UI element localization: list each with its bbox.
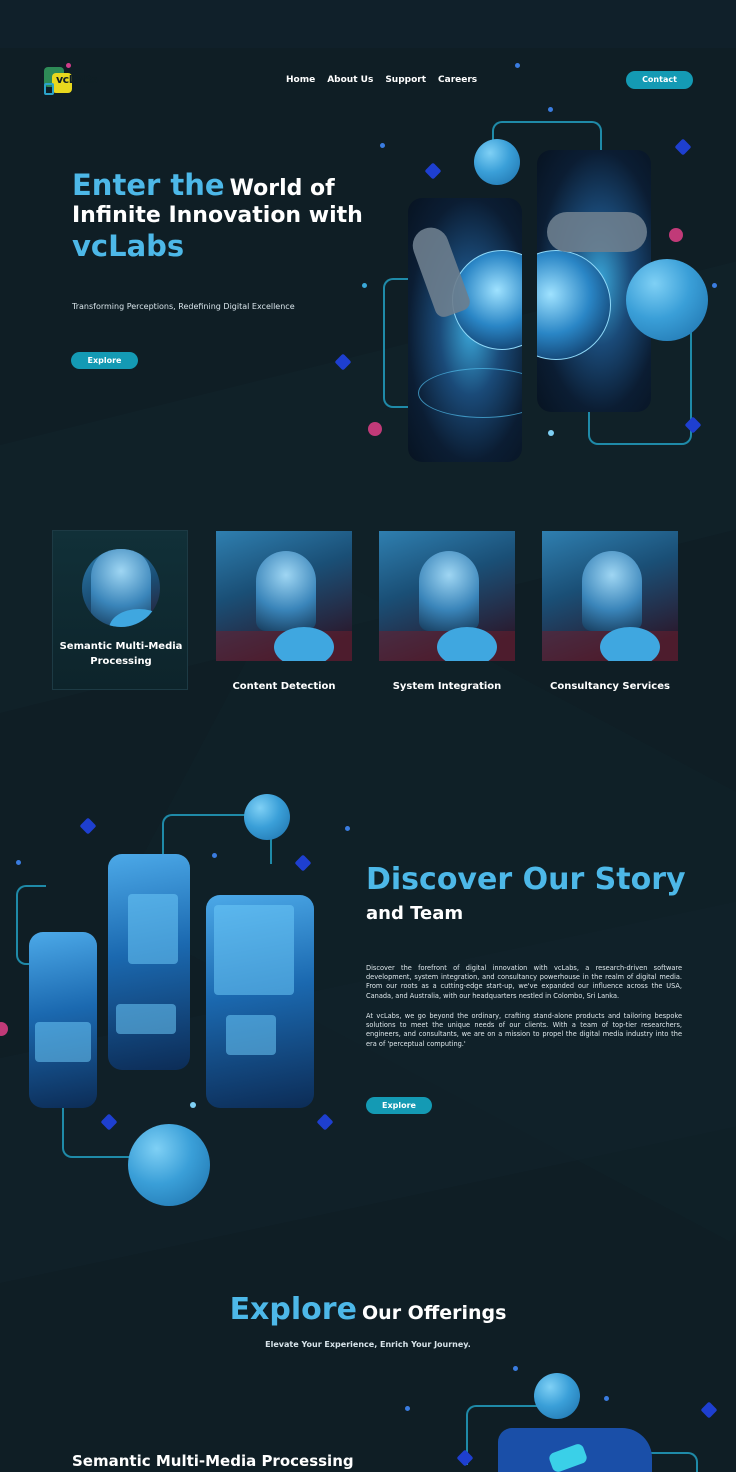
service-card-label[interactable]: System Integration (367, 681, 527, 692)
service-card-image[interactable] (216, 531, 352, 661)
dot-decoration (604, 1396, 609, 1401)
offerings-title: Explore Our Offerings (0, 1292, 736, 1327)
hero-title-rest: World of (229, 176, 335, 201)
story-paragraph-1: Discover the forefront of digital innova… (366, 964, 682, 1000)
dot-decoration (345, 826, 350, 831)
logo-text: vcLABs (56, 73, 98, 86)
pink-dot (368, 422, 382, 436)
nav-about-us[interactable]: About Us (327, 75, 373, 85)
story-image-middle (108, 854, 190, 1070)
hero-subtitle: Transforming Perceptions, Redefining Dig… (72, 302, 295, 311)
logo[interactable]: vcLABs (44, 63, 98, 97)
dot-decoration (548, 430, 554, 436)
connector-line (650, 1452, 698, 1472)
service-card-image (82, 549, 160, 627)
story-paragraph-2: At vcLabs, we go beyond the ordinary, cr… (366, 1012, 682, 1048)
sphere-decoration (474, 139, 520, 185)
nav-careers[interactable]: Careers (438, 75, 477, 85)
contact-button[interactable]: Contact (626, 71, 693, 89)
offerings-subtitle: Elevate Your Experience, Enrich Your Jou… (265, 1340, 471, 1349)
sphere-decoration (128, 1124, 210, 1206)
sphere-decoration (244, 794, 290, 840)
story-title: Discover Our Story and Team (366, 862, 686, 924)
hero-image-left (408, 198, 522, 462)
story-title-accent: Discover Our Story (366, 862, 686, 897)
dot-decoration (515, 63, 520, 68)
offering-image (498, 1428, 652, 1472)
service-card-label[interactable]: Content Detection (204, 681, 364, 692)
dot-decoration (712, 283, 717, 288)
dot-decoration (548, 107, 553, 112)
dot-decoration (212, 853, 217, 858)
hero-title-accent: Enter the (72, 168, 225, 202)
top-bar (0, 0, 736, 48)
service-card-label: Semantic Multi-Media Processing (59, 641, 183, 667)
sphere-decoration (626, 259, 708, 341)
story-image-left (29, 932, 97, 1108)
story-title-white: and Team (366, 903, 464, 924)
service-card-image[interactable] (379, 531, 515, 661)
dot-decoration (380, 143, 385, 148)
hero-title-line2: Infinite Innovation with (72, 202, 363, 228)
service-card-semantic[interactable]: Semantic Multi-Media Processing (52, 530, 188, 690)
story-explore-button[interactable]: Explore (366, 1097, 432, 1114)
offerings-title-accent: Explore (229, 1292, 357, 1327)
pink-dot (669, 228, 683, 242)
offerings-title-white: Our Offerings (362, 1302, 507, 1324)
hero-explore-button[interactable]: Explore (71, 352, 138, 369)
service-card-image[interactable] (542, 531, 678, 661)
dot-decoration (362, 283, 367, 288)
dot-decoration (513, 1366, 518, 1371)
offering-heading: Semantic Multi-Media Processing (72, 1452, 354, 1470)
hero-title-brand: vcLabs (72, 229, 185, 264)
nav-home[interactable]: Home (286, 75, 315, 85)
nav-support[interactable]: Support (385, 75, 426, 85)
dot-decoration (190, 1102, 196, 1108)
hero-title: Enter the World of Infinite Innovation w… (72, 168, 372, 264)
service-card-label[interactable]: Consultancy Services (530, 681, 690, 692)
dot-decoration (405, 1406, 410, 1411)
story-image-right (206, 895, 314, 1108)
dot-decoration (16, 860, 21, 865)
sphere-decoration (534, 1373, 580, 1419)
main-nav: Home About Us Support Careers (286, 75, 477, 85)
